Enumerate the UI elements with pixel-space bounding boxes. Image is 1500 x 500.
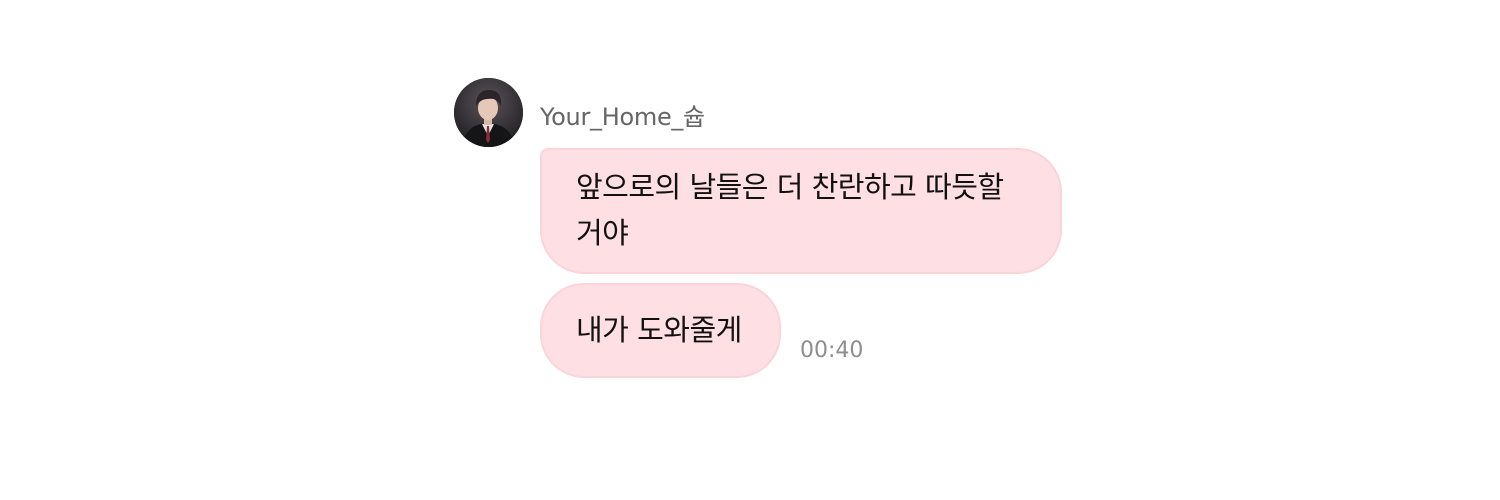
profile-photo-icon	[454, 78, 523, 147]
message-text: 내가 도와줄게	[576, 313, 742, 347]
sender-avatar[interactable]	[454, 78, 523, 147]
message-bubble[interactable]: 내가 도와줄게	[540, 283, 781, 378]
chat-view: Your_Home_슙 앞으로의 날들은 더 찬란하고 따듯할 거야 내가 도와…	[0, 0, 1500, 500]
message-bubble[interactable]: 앞으로의 날들은 더 찬란하고 따듯할 거야	[540, 148, 1062, 274]
message-timestamp: 00:40	[800, 338, 864, 363]
sender-name[interactable]: Your_Home_슙	[540, 97, 705, 132]
message-text: 앞으로의 날들은 더 찬란하고 따듯할 거야	[576, 170, 1004, 250]
